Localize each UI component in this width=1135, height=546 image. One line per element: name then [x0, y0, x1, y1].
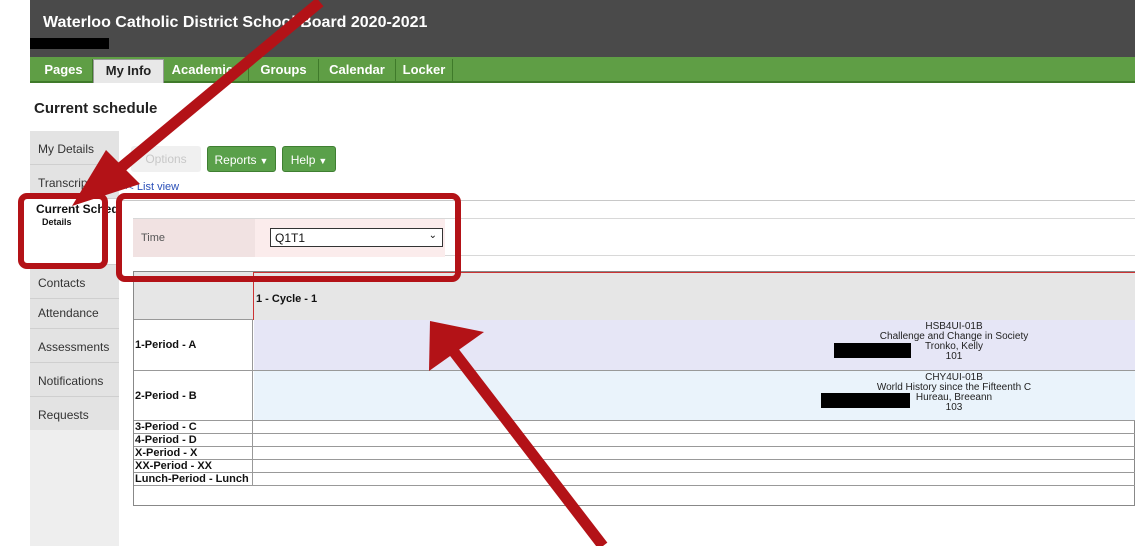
sidebar-item-assessments[interactable]: Assessments	[30, 329, 119, 363]
schedule-cell[interactable]: HSB4UI-01B Challenge and Change in Socie…	[254, 320, 1135, 370]
tab-academics[interactable]: Academics	[164, 59, 249, 83]
schedule-cell[interactable]	[254, 421, 1135, 433]
period-label: 4-Period - D	[134, 434, 253, 446]
sidebar-item-requests[interactable]: Requests	[30, 397, 119, 431]
table-row: 4-Period - D	[134, 434, 1135, 447]
table-row: Lunch-Period - Lunch	[134, 473, 1135, 486]
reports-button[interactable]: Reports ▼	[207, 146, 276, 172]
redacted-info	[821, 393, 910, 408]
app-title: Waterloo Catholic District School Board …	[43, 14, 428, 31]
time-select[interactable]: Q1T1 ⌄	[270, 228, 443, 247]
period-label: X-Period - X	[134, 447, 253, 459]
table-row: 3-Period - C	[134, 421, 1135, 434]
sidebar-item-current-schedule[interactable]: Current Schedule Details	[30, 199, 136, 265]
sidebar-filler	[30, 430, 119, 546]
chevron-down-icon: ⌄	[428, 230, 437, 241]
table-row: X-Period - X	[134, 447, 1135, 460]
course-room: 101	[945, 351, 963, 362]
time-select-value: Q1T1	[275, 231, 306, 245]
side-navigation: My Details Transcript Current Schedule D…	[30, 131, 136, 546]
options-button-label: Options	[145, 152, 187, 166]
sidebar-item-sublabel: Details	[42, 217, 72, 227]
main-content: Options Reports ▼ Help ▼ << List view Time…	[119, 131, 1135, 546]
course-teacher: Hureau, Breeann	[915, 392, 993, 403]
redacted-username	[30, 38, 109, 49]
course-block[interactable]: HSB4UI-01B Challenge and Change in Socie…	[734, 322, 1135, 362]
tab-locker[interactable]: Locker	[396, 59, 453, 83]
period-label: 2-Period - B	[134, 371, 253, 420]
app-header: Waterloo Catholic District School Board …	[30, 0, 1135, 57]
table-row: 2-Period - B CHY4UI-01B World History si…	[134, 371, 1135, 421]
options-button[interactable]: Options	[131, 146, 201, 172]
tab-calendar[interactable]: Calendar	[319, 59, 396, 83]
period-label: XX-Period - XX	[134, 460, 253, 472]
schedule-cell[interactable]	[254, 434, 1135, 446]
page-header: Current schedule	[30, 83, 1135, 131]
time-filter-label: Time	[133, 219, 255, 257]
page-title: Current schedule	[34, 100, 158, 117]
tab-pages[interactable]: Pages	[35, 59, 93, 83]
schedule-header-row: 1 - Cycle - 1	[134, 272, 1135, 320]
cycle-header: 1 - Cycle - 1	[253, 272, 1135, 320]
period-label: Lunch-Period - Lunch	[134, 473, 253, 485]
period-label: 1-Period - A	[134, 320, 253, 370]
reports-button-label: Reports	[214, 153, 257, 167]
course-teacher: Tronko, Kelly	[925, 341, 983, 352]
period-label: 3-Period - C	[134, 421, 253, 433]
redacted-info	[834, 343, 911, 358]
sidebar-item-transcript[interactable]: Transcript	[30, 165, 119, 199]
chevron-down-icon: ▼	[259, 156, 269, 166]
schedule-cell[interactable]	[254, 460, 1135, 472]
tab-groups[interactable]: Groups	[249, 59, 319, 83]
app-window: Waterloo Catholic District School Board …	[0, 0, 1135, 546]
sidebar-item-attendance[interactable]: Attendance	[30, 295, 119, 329]
main-tabs: Pages My Info Academics Groups Calendar …	[30, 57, 1135, 83]
list-view-link[interactable]: << List view	[121, 181, 179, 193]
schedule-cell[interactable]	[254, 447, 1135, 459]
course-room: 103	[945, 402, 963, 413]
time-filter-row: Time Q1T1 ⌄	[133, 218, 1135, 257]
schedule-grid: 1 - Cycle - 1 1-Period - A HSB4UI-01B Ch…	[133, 271, 1135, 506]
table-row: 1-Period - A HSB4UI-01B Challenge and Ch…	[134, 320, 1135, 371]
help-button-label: Help	[290, 153, 316, 167]
table-row: XX-Period - XX	[134, 460, 1135, 473]
help-button[interactable]: Help ▼	[282, 146, 336, 172]
sidebar-item-contacts[interactable]: Contacts	[30, 265, 119, 299]
sidebar-item-notifications[interactable]: Notifications	[30, 363, 119, 397]
tab-my-info[interactable]: My Info	[93, 59, 164, 83]
sidebar-item-my-details[interactable]: My Details	[30, 131, 119, 165]
schedule-cell[interactable]	[254, 473, 1135, 485]
divider	[119, 200, 1135, 201]
chevron-down-icon: ▼	[318, 156, 328, 166]
course-block[interactable]: CHY4UI-01B World History since the Fifte…	[734, 373, 1135, 413]
schedule-cell[interactable]: CHY4UI-01B World History since the Fifte…	[254, 371, 1135, 420]
